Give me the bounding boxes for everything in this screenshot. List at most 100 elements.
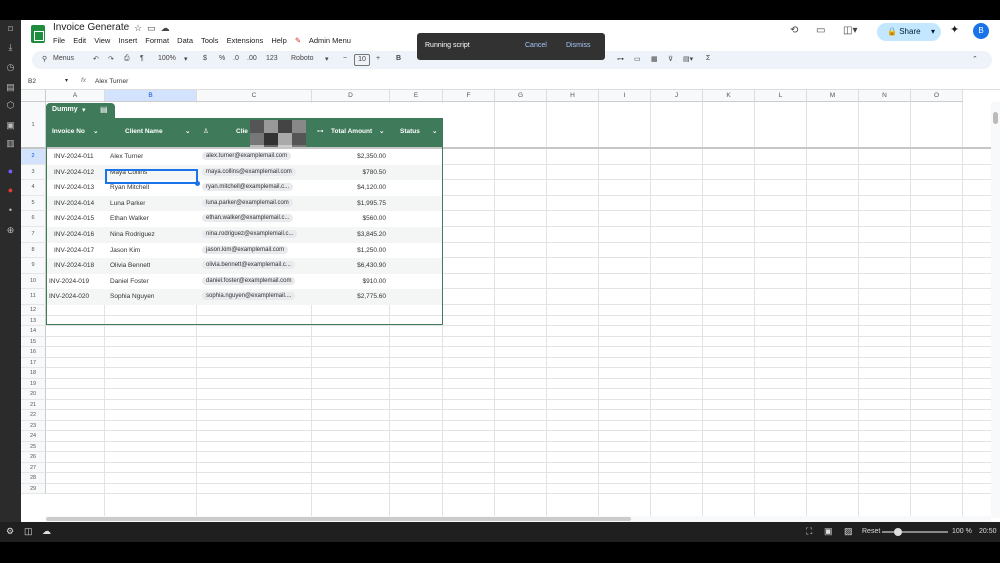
window-icon[interactable]: ▣: [824, 526, 833, 537]
email-chip[interactable]: sophia.nguyen@examplemail....: [202, 292, 296, 301]
cell-invoice-no[interactable]: INV-2024-012: [54, 169, 94, 176]
header-status[interactable]: Status: [400, 128, 420, 135]
selected-cell[interactable]: [105, 169, 198, 184]
row-header-15[interactable]: 15: [21, 336, 46, 347]
column-header-f[interactable]: F: [443, 90, 495, 102]
row-header-21[interactable]: 21: [21, 399, 46, 410]
cell-client-name[interactable]: Alex Turner: [110, 153, 143, 160]
row-header-28[interactable]: 28: [21, 473, 46, 484]
cell-invoice-no[interactable]: INV-2024-011: [54, 153, 94, 160]
formula-input[interactable]: Alex Turner: [95, 78, 128, 85]
toast-cancel-button[interactable]: Cancel: [525, 42, 547, 49]
cell-invoice-no[interactable]: INV-2024-015: [54, 215, 94, 222]
cell-invoice-no[interactable]: INV-2024-020: [49, 293, 89, 300]
row-header-6[interactable]: 6: [21, 211, 46, 227]
row-header-1[interactable]: 1: [21, 102, 46, 149]
cell-client-name[interactable]: Nina Rodriguez: [110, 231, 155, 238]
column-header-l[interactable]: L: [755, 90, 807, 102]
header-invoice-no[interactable]: Invoice No: [52, 128, 85, 135]
toast-dismiss-button[interactable]: Dismiss: [566, 42, 591, 49]
filter-icon[interactable]: ⊽: [668, 55, 673, 63]
row-header-23[interactable]: 23: [21, 420, 46, 431]
row-header-14[interactable]: 14: [21, 326, 46, 337]
column-header-i[interactable]: I: [599, 90, 651, 102]
column-header-m[interactable]: M: [807, 90, 859, 102]
row-header-2[interactable]: 2: [21, 149, 46, 165]
row-header-10[interactable]: 10: [21, 273, 46, 290]
sidebar-toggle-icon[interactable]: ◫: [24, 526, 33, 537]
row-header-13[interactable]: 13: [21, 315, 46, 326]
bold-icon[interactable]: B: [396, 55, 401, 62]
email-chip[interactable]: maya.collins@examplemail.com: [202, 167, 296, 176]
row-header-3[interactable]: 3: [21, 164, 46, 181]
spreadsheet-grid[interactable]: ABCDEFGHIJKLMNO 1 2 3 4 5 6 7 8 9 10 11 12 13 14 15 16 1…: [21, 90, 1000, 522]
cell-client-name[interactable]: Olivia Bennett: [110, 262, 150, 269]
link-icon[interactable]: ⊶: [617, 55, 624, 63]
cloud-sync-icon[interactable]: ☁: [42, 526, 51, 537]
zoom-slider-handle[interactable]: [894, 528, 902, 536]
search-menus-icon[interactable]: ⚲: [42, 55, 47, 63]
row-header-12[interactable]: 12: [21, 305, 46, 316]
row-header-7[interactable]: 7: [21, 227, 46, 243]
column-header-b[interactable]: B: [105, 90, 197, 102]
zoom-select[interactable]: 100%: [158, 55, 176, 62]
column-header-j[interactable]: J: [651, 90, 703, 102]
column-header-h[interactable]: H: [547, 90, 599, 102]
table-name-tab[interactable]: Dummy ▾ ▤: [46, 103, 115, 118]
menu-view[interactable]: View: [94, 36, 110, 45]
screenshot-icon[interactable]: ▣: [5, 120, 16, 131]
row-header-8[interactable]: 8: [21, 242, 46, 259]
history-icon[interactable]: ◷: [5, 62, 16, 73]
menu-insert[interactable]: Insert: [118, 36, 137, 45]
fill-handle[interactable]: [195, 181, 200, 186]
row-header-5[interactable]: 5: [21, 195, 46, 212]
row-header-22[interactable]: 22: [21, 410, 46, 421]
functions-icon[interactable]: Σ: [706, 55, 710, 62]
font-size-input[interactable]: 10: [354, 54, 370, 66]
row-header-26[interactable]: 26: [21, 452, 46, 463]
cell-invoice-no[interactable]: INV-2024-013: [54, 184, 94, 191]
undo-icon[interactable]: ↶: [93, 55, 99, 63]
cell-total-amount[interactable]: $1,995.75: [313, 200, 386, 207]
email-chip[interactable]: luna.parker@examplemail.com: [202, 198, 293, 207]
menu-file[interactable]: File: [53, 36, 65, 45]
table-view-icon[interactable]: ▤: [100, 105, 108, 114]
horizontal-scroll-thumb[interactable]: [46, 517, 631, 521]
increase-decimal-button[interactable]: .00: [247, 55, 257, 62]
row-header-11[interactable]: 11: [21, 289, 46, 305]
row-header-24[interactable]: 24: [21, 431, 46, 442]
menus-search[interactable]: Menus: [53, 55, 74, 62]
cell-client-email[interactable]: daniel.foster@examplemail.com: [202, 276, 296, 285]
header-total-amount[interactable]: Total Amount: [331, 128, 372, 135]
download-icon[interactable]: ⤓: [5, 42, 16, 53]
email-chip[interactable]: daniel.foster@examplemail.com: [202, 276, 296, 285]
cell-client-name[interactable]: Ethan Walker: [110, 215, 149, 222]
capture-icon[interactable]: ⛶: [806, 526, 812, 537]
name-box[interactable]: B2: [28, 78, 36, 85]
row-header-19[interactable]: 19: [21, 378, 46, 389]
wallet-icon[interactable]: ▤: [5, 82, 16, 93]
header-client-email[interactable]: Clie: [236, 128, 248, 135]
vertical-scroll-thumb[interactable]: [993, 112, 998, 124]
cell-client-name[interactable]: Luna Parker: [110, 200, 145, 207]
cell-client-email[interactable]: olivia.bennett@examplemail.c...: [202, 261, 295, 270]
chart-icon[interactable]: ▦: [651, 55, 658, 63]
row-header-18[interactable]: 18: [21, 368, 46, 379]
cell-total-amount[interactable]: $910.00: [313, 278, 387, 285]
cloud-icon[interactable]: ☁: [161, 23, 175, 33]
cell-total-amount[interactable]: $1,250.00: [313, 247, 386, 254]
cell-client-email[interactable]: maya.collins@examplemail.com: [202, 167, 296, 176]
cell-total-amount[interactable]: $560.00: [313, 215, 387, 222]
vertical-scrollbar[interactable]: [991, 102, 1000, 518]
zoom-reset-button[interactable]: Reset: [862, 528, 880, 535]
cell-total-amount[interactable]: $3,845.20: [313, 231, 386, 238]
image-icon[interactable]: ▨: [844, 526, 853, 537]
row-header-29[interactable]: 29: [21, 483, 46, 494]
extensions-icon[interactable]: ⬡: [5, 100, 16, 111]
music-icon[interactable]: ●: [5, 185, 16, 196]
row-header-9[interactable]: 9: [21, 258, 46, 274]
font-select[interactable]: Roboto: [291, 55, 314, 62]
email-chip[interactable]: nina.rodriguez@examplemail.c...: [202, 230, 298, 238]
cell-total-amount[interactable]: $2,775.60: [313, 293, 386, 300]
column-header-n[interactable]: N: [859, 90, 911, 102]
